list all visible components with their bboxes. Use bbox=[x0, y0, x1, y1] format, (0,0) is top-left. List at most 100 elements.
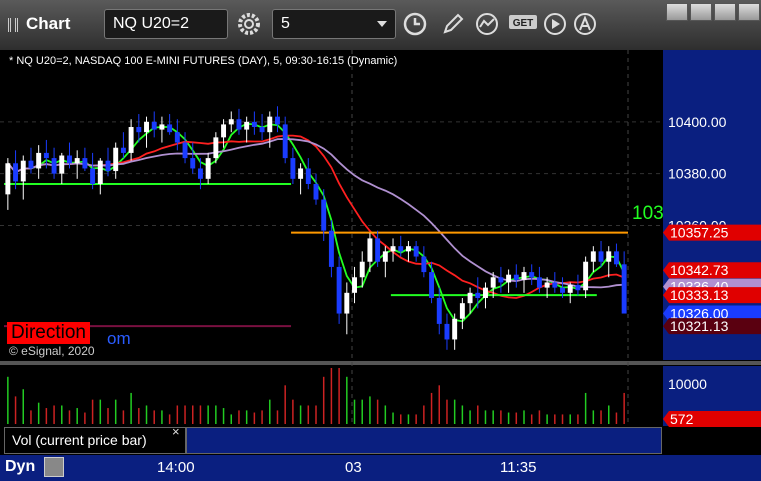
time-axis bbox=[0, 455, 761, 481]
candle-body bbox=[413, 246, 419, 257]
candle-body bbox=[367, 238, 373, 262]
candle-body bbox=[405, 246, 411, 252]
alert-icon[interactable] bbox=[572, 11, 598, 37]
direction-suffix: om bbox=[107, 329, 131, 348]
candle-body bbox=[313, 184, 319, 200]
study-name: Vol (current price bar) bbox=[12, 432, 147, 448]
candle-body bbox=[506, 274, 512, 283]
candle-body bbox=[151, 121, 157, 130]
volume-bars: 10000 572 bbox=[7, 368, 761, 427]
candle-body bbox=[67, 155, 72, 164]
candle-body bbox=[82, 158, 88, 169]
candle-body bbox=[267, 116, 273, 133]
candle-body bbox=[336, 266, 342, 314]
price-tag-label: 10342.73 bbox=[670, 262, 729, 278]
candle-body bbox=[159, 124, 165, 130]
candle-body bbox=[197, 168, 203, 179]
candle-body bbox=[429, 272, 435, 298]
copyright-label: © eSignal, 2020 bbox=[9, 344, 95, 358]
candle-body bbox=[560, 287, 565, 293]
candle-body bbox=[236, 119, 242, 130]
candle-body bbox=[529, 272, 535, 278]
symbol-input[interactable]: NQ U20=2 bbox=[104, 9, 228, 39]
y-tick-label: 10400.00 bbox=[668, 114, 727, 130]
candle-body bbox=[459, 303, 465, 319]
candle-body bbox=[328, 230, 334, 267]
candle-body bbox=[421, 256, 427, 273]
price-tag-label: 10333.13 bbox=[670, 287, 729, 303]
candle-body bbox=[359, 261, 365, 278]
candle-body bbox=[613, 251, 619, 265]
toolbar: Chart NQ U20=2 5 GET bbox=[0, 0, 761, 51]
candle-body bbox=[136, 127, 142, 133]
candle-body bbox=[536, 277, 542, 288]
candle-body bbox=[167, 124, 173, 133]
volume-tag-label: 572 bbox=[670, 411, 694, 427]
candle-body bbox=[606, 251, 612, 262]
candle-body bbox=[375, 238, 381, 262]
volume-tick-label: 10000 bbox=[668, 376, 707, 392]
candle-body bbox=[475, 292, 481, 298]
candle-body bbox=[251, 121, 257, 127]
candle-body bbox=[28, 160, 34, 169]
candle-body bbox=[544, 282, 550, 288]
price-tag-label: 10357.25 bbox=[670, 225, 729, 241]
candle-body bbox=[452, 318, 458, 340]
dyn-label[interactable]: Dyn bbox=[5, 458, 35, 476]
interval-select[interactable]: 5 bbox=[272, 9, 396, 39]
candle-body bbox=[221, 124, 227, 138]
candle-body bbox=[598, 251, 604, 262]
play-icon[interactable] bbox=[542, 11, 568, 37]
chart-title: * NQ U20=2, NASDAQ 100 E-MINI FUTURES (D… bbox=[9, 55, 398, 67]
study-legend[interactable]: Vol (current price bar) bbox=[4, 427, 186, 454]
candle-body bbox=[321, 199, 327, 231]
candle-body bbox=[5, 163, 11, 195]
x-tick-label: 14:00 bbox=[157, 459, 195, 476]
lock-icon[interactable] bbox=[44, 457, 64, 477]
candle-body bbox=[128, 127, 134, 153]
restore-button[interactable] bbox=[666, 3, 688, 21]
minimize-button[interactable] bbox=[690, 3, 712, 21]
x-tick-label: 11:35 bbox=[500, 459, 537, 476]
get-icon[interactable]: GET bbox=[508, 11, 538, 37]
candle-body bbox=[567, 285, 573, 293]
x-tick-label: 03 bbox=[345, 459, 362, 476]
y-tick-label: 10380.00 bbox=[668, 166, 727, 182]
candle-body bbox=[36, 152, 42, 169]
gear-icon[interactable] bbox=[236, 11, 262, 37]
candle-body bbox=[275, 116, 280, 125]
candle-body bbox=[444, 323, 450, 340]
candle-body bbox=[190, 158, 196, 169]
candle-body bbox=[552, 282, 558, 288]
study-icon[interactable] bbox=[474, 11, 500, 37]
chart[interactable]: 10000572 10400.0010380.0010360.00 10357.… bbox=[0, 50, 761, 455]
candle-body bbox=[483, 287, 488, 298]
candle-body bbox=[20, 160, 26, 182]
clock-icon[interactable] bbox=[402, 11, 428, 37]
candle-body bbox=[244, 121, 250, 130]
candle-body bbox=[97, 160, 103, 184]
window-title: Chart bbox=[26, 14, 71, 33]
candle-body bbox=[51, 158, 57, 174]
candle-body bbox=[59, 155, 65, 174]
drag-grip-icon[interactable] bbox=[8, 18, 18, 32]
candle-body bbox=[398, 246, 404, 252]
price-tag-label: 10321.13 bbox=[670, 318, 729, 334]
candle-body bbox=[513, 274, 519, 280]
candle-body bbox=[144, 121, 149, 133]
candle-body bbox=[13, 163, 19, 182]
candle-body bbox=[174, 132, 180, 143]
study-close-icon[interactable]: × bbox=[172, 424, 180, 439]
candle-body bbox=[298, 168, 304, 179]
maximize-button[interactable] bbox=[714, 3, 736, 21]
candle-body bbox=[436, 298, 442, 324]
pencil-icon[interactable] bbox=[440, 11, 466, 37]
candle-body bbox=[390, 246, 396, 252]
price-pane-background bbox=[0, 50, 663, 360]
candle-body bbox=[305, 168, 311, 184]
candle-body bbox=[521, 272, 527, 280]
candle-body bbox=[43, 152, 49, 159]
candle-body bbox=[205, 158, 211, 179]
symbol-value: NQ U20=2 bbox=[113, 15, 190, 32]
close-button[interactable] bbox=[738, 3, 760, 21]
